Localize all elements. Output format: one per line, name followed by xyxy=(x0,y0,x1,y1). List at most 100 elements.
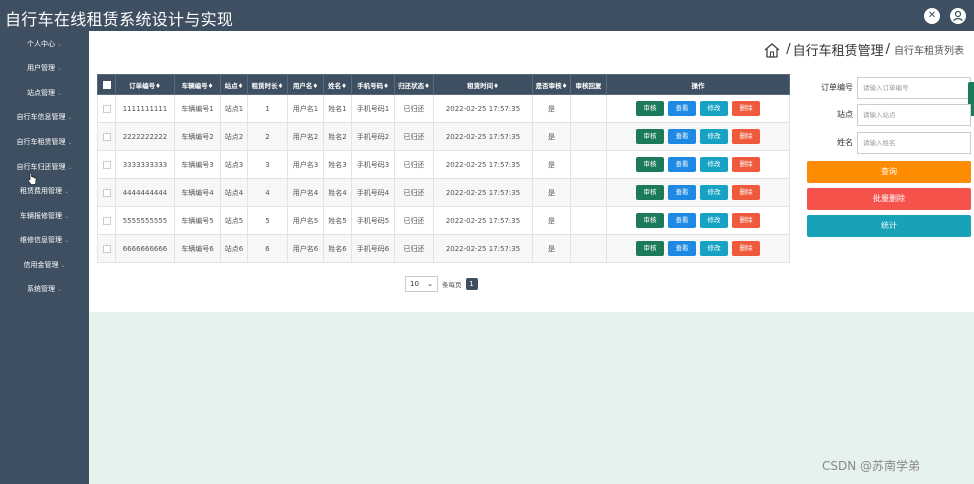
sidebar-item-credit-deposit[interactable]: 信用金管理 ⌄ xyxy=(0,254,89,276)
sidebar-item-rental-fee[interactable]: 租赁费用管理 ⌄ xyxy=(0,180,89,202)
delete-button[interactable]: 删除 xyxy=(732,213,760,228)
cell-duration: 3 xyxy=(247,150,288,179)
cell-username: 用户名5 xyxy=(287,206,324,235)
row-checkbox[interactable] xyxy=(97,150,116,179)
cell-station: 站点6 xyxy=(220,234,248,263)
row-checkbox[interactable] xyxy=(97,122,116,151)
cell-station: 站点4 xyxy=(220,178,248,207)
station-input[interactable]: 请输入站点 xyxy=(857,104,971,126)
chevron-down-icon: ⌄ xyxy=(63,237,70,244)
edit-button[interactable]: 修改 xyxy=(700,241,728,256)
edit-button[interactable]: 修改 xyxy=(700,101,728,116)
page-number-current[interactable]: 1 xyxy=(465,278,478,290)
cell-actions: 审核 查看 修改 删除 xyxy=(606,178,790,207)
view-button[interactable]: 查看 xyxy=(668,157,696,172)
cell-username: 用户名4 xyxy=(287,178,324,207)
stats-button[interactable]: 统计 xyxy=(807,215,971,237)
edit-button[interactable]: 修改 xyxy=(700,213,728,228)
column-header-station[interactable]: 站点♦ xyxy=(220,74,248,95)
column-header-name[interactable]: 姓名♦ xyxy=(323,74,352,95)
view-button[interactable]: 查看 xyxy=(668,241,696,256)
cell-name: 姓名1 xyxy=(323,94,352,123)
column-header-return-status[interactable]: 归还状态♦ xyxy=(394,74,434,95)
cell-vehicle-no: 车辆编号5 xyxy=(174,206,221,235)
cell-order-no: 5555555555 xyxy=(115,206,175,235)
page-size-select[interactable]: 10 ⌄ xyxy=(405,276,438,292)
select-all-checkbox[interactable] xyxy=(97,74,116,95)
column-header-vehicle-no[interactable]: 车辆编号♦ xyxy=(174,74,221,95)
sidebar-item-system-management[interactable]: 系统管理 ⌄ xyxy=(0,278,89,300)
cell-phone: 手机号码1 xyxy=(351,94,395,123)
hand-cursor-icon xyxy=(27,172,37,185)
view-button[interactable]: 查看 xyxy=(668,185,696,200)
delete-button[interactable]: 删除 xyxy=(732,157,760,172)
chevron-down-icon: ⌄ xyxy=(67,139,73,146)
cell-name: 姓名4 xyxy=(323,178,352,207)
column-header-duration[interactable]: 租赁时长♦ xyxy=(247,74,288,95)
sidebar-item-personal-center[interactable]: 个人中心 ⌄ xyxy=(0,33,89,55)
cell-station: 站点1 xyxy=(220,94,248,123)
column-header-order-no[interactable]: 订单编号♦ xyxy=(115,74,175,95)
cell-duration: 4 xyxy=(247,178,288,207)
sidebar-item-repair-report[interactable]: 车辆报修管理 ⌄ xyxy=(0,205,89,227)
cell-audited: 是 xyxy=(532,206,571,235)
cell-return-status: 已归还 xyxy=(394,206,434,235)
user-icon[interactable] xyxy=(950,8,966,24)
audit-button[interactable]: 审核 xyxy=(636,213,664,228)
audit-button[interactable]: 审核 xyxy=(636,101,664,116)
sidebar-item-maintenance-info[interactable]: 维修信息管理 ⌄ xyxy=(0,229,89,251)
cell-return-status: 已归还 xyxy=(394,234,434,263)
sidebar-item-user-management[interactable]: 用户管理 ⌄ xyxy=(0,57,89,79)
cell-rent-time: 2022-02-25 17:57:35 xyxy=(433,94,533,123)
order-no-input[interactable]: 请输入订单编号 xyxy=(857,77,971,99)
edit-button[interactable]: 修改 xyxy=(700,185,728,200)
batch-delete-button[interactable]: 批量删除 xyxy=(807,188,971,210)
cell-reply xyxy=(570,234,607,263)
table-row: 5555555555 车辆编号5 站点5 5 用户名5 姓名5 手机号码5 已归… xyxy=(97,206,790,235)
column-header-phone[interactable]: 手机号码♦ xyxy=(351,74,395,95)
view-button[interactable]: 查看 xyxy=(668,213,696,228)
home-icon[interactable] xyxy=(763,42,781,58)
sidebar-item-bike-return[interactable]: 自行车归还管理 ⌄ xyxy=(0,156,89,178)
query-button[interactable]: 查询 xyxy=(807,161,971,183)
cell-order-no: 2222222222 xyxy=(115,122,175,151)
column-header-audited[interactable]: 是否审核♦ xyxy=(532,74,571,95)
row-checkbox[interactable] xyxy=(97,234,116,263)
cell-reply xyxy=(570,206,607,235)
cell-reply xyxy=(570,122,607,151)
chevron-down-icon: ⌄ xyxy=(56,41,63,48)
cell-name: 姓名6 xyxy=(323,234,352,263)
row-checkbox[interactable] xyxy=(97,94,116,123)
cell-actions: 审核 查看 修改 删除 xyxy=(606,122,790,151)
column-header-rent-time[interactable]: 租赁时间♦ xyxy=(433,74,533,95)
delete-button[interactable]: 删除 xyxy=(732,185,760,200)
delete-button[interactable]: 删除 xyxy=(732,241,760,256)
cell-return-status: 已归还 xyxy=(394,178,434,207)
view-button[interactable]: 查看 xyxy=(668,129,696,144)
edit-button[interactable]: 修改 xyxy=(700,157,728,172)
view-button[interactable]: 查看 xyxy=(668,101,696,116)
row-checkbox[interactable] xyxy=(97,178,116,207)
cell-return-status: 已归还 xyxy=(394,150,434,179)
audit-button[interactable]: 审核 xyxy=(636,241,664,256)
name-input[interactable]: 请输入姓名 xyxy=(857,132,971,154)
column-header-username[interactable]: 用户名♦ xyxy=(287,74,324,95)
sidebar-item-station-management[interactable]: 站点管理 ⌄ xyxy=(0,82,89,104)
cell-duration: 6 xyxy=(247,234,288,263)
audit-button[interactable]: 审核 xyxy=(636,185,664,200)
audit-button[interactable]: 审核 xyxy=(636,129,664,144)
cell-vehicle-no: 车辆编号4 xyxy=(174,178,221,207)
cell-phone: 手机号码3 xyxy=(351,150,395,179)
edit-button[interactable]: 修改 xyxy=(700,129,728,144)
breadcrumb-main[interactable]: 自行车租赁管理 xyxy=(793,40,884,59)
cell-name: 姓名5 xyxy=(323,206,352,235)
delete-button[interactable]: 删除 xyxy=(732,101,760,116)
row-checkbox[interactable] xyxy=(97,206,116,235)
audit-button[interactable]: 审核 xyxy=(636,157,664,172)
delete-button[interactable]: 删除 xyxy=(732,129,760,144)
settings-icon[interactable]: ✕ xyxy=(924,8,940,24)
sidebar-item-bike-info[interactable]: 自行车信息管理 ⌄ xyxy=(0,106,89,128)
cell-phone: 手机号码2 xyxy=(351,122,395,151)
cell-actions: 审核 查看 修改 删除 xyxy=(606,206,790,235)
sidebar-item-bike-rental[interactable]: 自行车租赁管理 ⌄ xyxy=(0,131,89,153)
